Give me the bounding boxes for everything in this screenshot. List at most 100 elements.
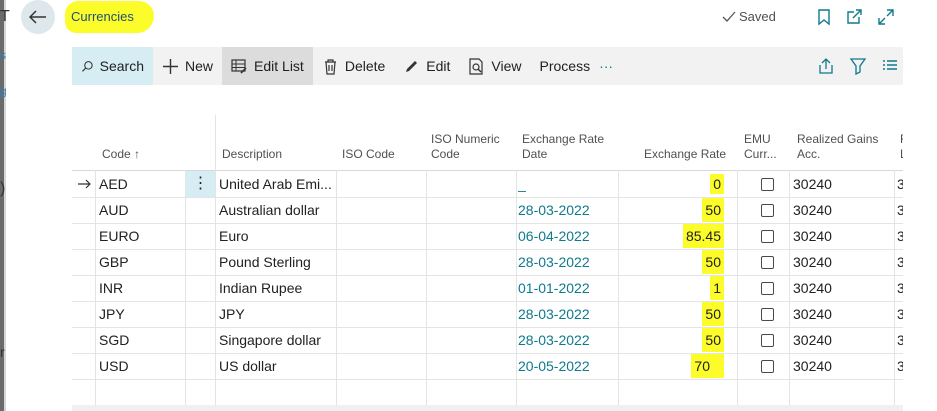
filter-icon[interactable]	[849, 57, 867, 75]
code-cell[interactable]: USD	[99, 353, 129, 379]
delete-button[interactable]: Delete	[313, 47, 394, 85]
description-cell[interactable]: Singapore dollar	[219, 327, 334, 353]
description-cell[interactable]: United Arab Emi...	[219, 171, 334, 197]
background-fragment: s	[0, 48, 6, 62]
column-header-emu-currency[interactable]: EMU Curr...	[744, 132, 777, 162]
exchange-rate-date-cell[interactable]: 01-01-2022	[518, 275, 590, 301]
column-header-exchange-rate-date[interactable]: Exchange Rate Date	[522, 132, 604, 162]
next-column-cell[interactable]: 3	[897, 301, 903, 327]
next-column-cell[interactable]: 3	[897, 249, 903, 275]
realized-gains-acc-cell[interactable]: 30240	[793, 197, 832, 223]
saved-status: Saved	[722, 9, 776, 24]
code-cell[interactable]: AED	[99, 171, 128, 197]
table-row[interactable]: INR Indian Rupee 01-01-2022 1 30240 3	[72, 275, 903, 302]
realized-gains-acc-cell[interactable]: 30240	[793, 301, 832, 327]
table-row[interactable]: AED ⋮ United Arab Emi... _ 0 30240 3	[72, 171, 903, 198]
open-new-window-icon[interactable]	[845, 8, 863, 26]
emu-currency-checkbox[interactable]	[761, 178, 774, 191]
table-row[interactable]: USD US dollar 20-05-2022 70 30240 3	[72, 353, 903, 380]
more-actions-button[interactable]: ···	[599, 47, 622, 85]
table-row-empty[interactable]	[72, 379, 903, 406]
process-menu[interactable]: Process	[531, 47, 600, 85]
edit-list-button[interactable]: Edit List	[222, 47, 313, 85]
next-column-cell[interactable]: 3	[897, 353, 903, 379]
next-column-cell[interactable]: 3	[897, 197, 903, 223]
realized-gains-acc-cell[interactable]: 30240	[793, 223, 832, 249]
column-header-exchange-rate[interactable]: Exchange Rate	[644, 147, 726, 162]
next-column-cell[interactable]: 3	[897, 275, 903, 301]
edit-label: Edit	[426, 58, 451, 74]
table-row[interactable]: GBP Pound Sterling 28-03-2022 50 30240 3	[72, 249, 903, 276]
code-cell[interactable]: SGD	[99, 327, 129, 353]
list-view-icon[interactable]	[881, 57, 899, 75]
exchange-rate-date-cell[interactable]: 28-03-2022	[518, 327, 590, 353]
search-button[interactable]: Search	[72, 47, 153, 85]
description-cell[interactable]: Indian Rupee	[219, 275, 334, 301]
table-row[interactable]: EURO Euro 06-04-2022 85.45 30240 3	[72, 223, 903, 250]
exchange-rate-cell[interactable]: 50	[620, 301, 724, 327]
column-header-next[interactable]: R L	[900, 132, 903, 162]
emu-currency-checkbox[interactable]	[761, 204, 774, 217]
realized-gains-acc-cell[interactable]: 30240	[793, 327, 832, 353]
emu-currency-checkbox[interactable]	[761, 230, 774, 243]
expand-icon[interactable]	[877, 8, 895, 26]
emu-currency-checkbox[interactable]	[761, 360, 774, 373]
emu-currency-checkbox[interactable]	[761, 256, 774, 269]
exchange-rate-date-cell[interactable]: 06-04-2022	[518, 223, 590, 249]
table-row[interactable]: AUD Australian dollar 28-03-2022 50 3024…	[72, 197, 903, 224]
next-column-cell[interactable]: 3	[897, 327, 903, 353]
exchange-rate-value: 0	[710, 174, 724, 194]
table-row[interactable]: JPY JPY 28-03-2022 50 30240 3	[72, 301, 903, 328]
exchange-rate-date-cell[interactable]: _	[518, 171, 526, 197]
code-cell[interactable]: EURO	[99, 223, 139, 249]
column-header-realized-gains-acc[interactable]: Realized Gains Acc.	[797, 132, 878, 162]
next-column-cell[interactable]: 3	[897, 223, 903, 249]
code-cell[interactable]: AUD	[99, 197, 129, 223]
realized-gains-acc-cell[interactable]: 30240	[793, 275, 832, 301]
code-cell[interactable]: INR	[99, 275, 123, 301]
exchange-rate-date-cell[interactable]: 20-05-2022	[518, 353, 590, 379]
table-row[interactable]: SGD Singapore dollar 28-03-2022 50 30240…	[72, 327, 903, 354]
realized-gains-acc-cell[interactable]: 30240	[793, 249, 832, 275]
column-header-iso-numeric-code[interactable]: ISO Numeric Code	[431, 132, 500, 162]
exchange-rate-cell[interactable]: 85.45	[620, 223, 724, 249]
exchange-rate-cell[interactable]: 0	[620, 171, 724, 197]
background-fragment: )	[0, 180, 6, 197]
exchange-rate-cell[interactable]: 50	[620, 197, 724, 223]
exchange-rate-date-cell[interactable]: 28-03-2022	[518, 249, 590, 275]
description-cell[interactable]: US dollar	[219, 353, 334, 379]
emu-currency-checkbox[interactable]	[761, 308, 774, 321]
realized-gains-acc-cell[interactable]: 30240	[793, 353, 832, 379]
next-column-cell[interactable]: 3	[897, 171, 903, 197]
exchange-rate-date-cell[interactable]: 28-03-2022	[518, 197, 590, 223]
code-cell[interactable]: GBP	[99, 249, 129, 275]
back-button[interactable]	[21, 0, 55, 34]
plus-icon	[163, 58, 178, 74]
column-header-code[interactable]: Code ↑	[102, 147, 140, 162]
description-cell[interactable]: JPY	[219, 301, 334, 327]
exchange-rate-value: 50	[702, 198, 724, 222]
share-icon[interactable]	[817, 57, 835, 75]
realized-gains-acc-cell[interactable]: 30240	[793, 171, 832, 197]
ex-date-header-line1: Exchange Rate	[522, 132, 605, 146]
edit-button[interactable]: Edit	[394, 47, 459, 85]
bookmark-icon[interactable]	[815, 8, 833, 26]
description-cell[interactable]: Euro	[219, 223, 334, 249]
emu-header-line2: Curr...	[744, 147, 777, 161]
table-footer	[72, 405, 903, 411]
code-cell[interactable]: JPY	[99, 301, 125, 327]
emu-currency-checkbox[interactable]	[761, 334, 774, 347]
description-cell[interactable]: Australian dollar	[219, 197, 334, 223]
exchange-rate-date-cell[interactable]: 28-03-2022	[518, 301, 590, 327]
column-header-description[interactable]: Description	[222, 147, 282, 162]
column-header-iso-code[interactable]: ISO Code	[342, 147, 395, 162]
view-button[interactable]: View	[459, 47, 530, 85]
exchange-rate-cell[interactable]: 50	[620, 249, 724, 275]
new-button[interactable]: New	[153, 47, 222, 85]
description-cell[interactable]: Pound Sterling	[219, 249, 334, 275]
exchange-rate-cell[interactable]: 50	[620, 327, 724, 353]
exchange-rate-cell[interactable]: 70	[620, 353, 724, 379]
exchange-rate-cell[interactable]: 1	[620, 275, 724, 301]
emu-currency-checkbox[interactable]	[761, 282, 774, 295]
row-menu-button[interactable]: ⋮	[186, 171, 215, 197]
